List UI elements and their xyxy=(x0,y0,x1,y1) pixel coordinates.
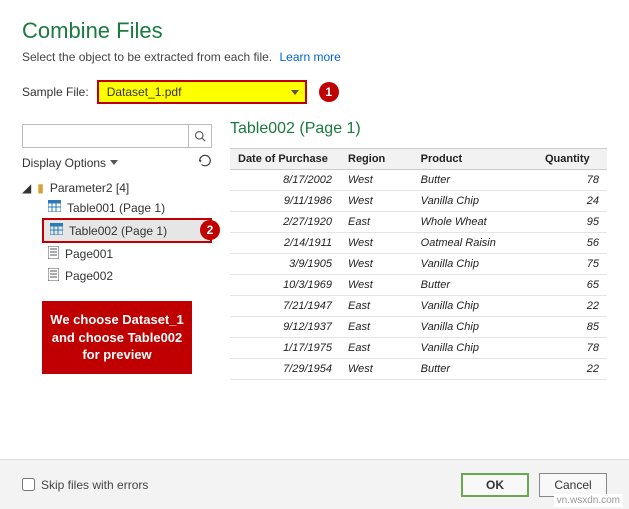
collapse-icon[interactable]: ◢ xyxy=(22,181,31,195)
table-cell: East xyxy=(340,317,413,338)
table-cell: West xyxy=(340,275,413,296)
tree-root-label: Parameter2 [4] xyxy=(50,181,129,195)
callout-badge-1: 1 xyxy=(319,82,339,102)
table-cell: 65 xyxy=(537,275,607,296)
table-cell: Butter xyxy=(413,170,537,191)
table-row[interactable]: 9/12/1937EastVanilla Chip85 xyxy=(230,317,607,338)
preview-title: Table002 (Page 1) xyxy=(230,120,607,138)
dialog-subtitle: Select the object to be extracted from e… xyxy=(22,50,272,64)
table-cell: Vanilla Chip xyxy=(413,338,537,359)
callout-badge-2: 2 xyxy=(200,220,220,240)
tree-item-page002[interactable]: Page002 xyxy=(44,265,212,287)
table-cell: 9/11/1986 xyxy=(230,191,340,212)
chevron-down-icon xyxy=(110,160,118,165)
table-cell: 95 xyxy=(537,212,607,233)
search-input[interactable] xyxy=(23,125,188,147)
table-cell: 8/17/2002 xyxy=(230,170,340,191)
search-input-wrap[interactable] xyxy=(22,124,212,148)
table-row[interactable]: 10/3/1969WestButter65 xyxy=(230,275,607,296)
table-cell: 7/29/1954 xyxy=(230,359,340,380)
chevron-down-icon xyxy=(291,90,299,95)
search-icon[interactable] xyxy=(188,125,211,147)
cancel-button[interactable]: Cancel xyxy=(539,473,607,497)
table-row[interactable]: 1/17/1975EastVanilla Chip78 xyxy=(230,338,607,359)
page-icon xyxy=(48,246,59,262)
watermark: vn.wsxdn.com xyxy=(554,494,623,507)
skip-files-checkbox[interactable] xyxy=(22,478,35,491)
table-cell: 22 xyxy=(537,359,607,380)
table-cell: 1/17/1975 xyxy=(230,338,340,359)
table-icon xyxy=(48,200,61,215)
table-cell: Vanilla Chip xyxy=(413,254,537,275)
sample-file-label: Sample File: xyxy=(22,85,89,99)
tree-item-label: Page001 xyxy=(65,247,113,261)
table-cell: Vanilla Chip xyxy=(413,296,537,317)
tree-item-label: Table002 (Page 1) xyxy=(69,224,167,238)
table-cell: 2/27/1920 xyxy=(230,212,340,233)
preview-table: Date of PurchaseRegionProductQuantity 8/… xyxy=(230,148,607,380)
tree-root-item[interactable]: ◢ ▮ Parameter2 [4] xyxy=(22,179,212,197)
table-cell: 75 xyxy=(537,254,607,275)
refresh-icon[interactable] xyxy=(198,154,212,171)
table-cell: West xyxy=(340,233,413,254)
table-cell: Vanilla Chip xyxy=(413,191,537,212)
table-row[interactable]: 9/11/1986WestVanilla Chip24 xyxy=(230,191,607,212)
tree-item-label: Table001 (Page 1) xyxy=(67,201,165,215)
table-cell: 24 xyxy=(537,191,607,212)
column-header[interactable]: Quantity xyxy=(537,149,607,170)
annotation-callout: We choose Dataset_1 and choose Table002 … xyxy=(42,301,192,374)
column-header[interactable]: Product xyxy=(413,149,537,170)
tree-item-table001-page-1-[interactable]: Table001 (Page 1) xyxy=(44,197,212,218)
table-cell: 9/12/1937 xyxy=(230,317,340,338)
table-icon xyxy=(50,223,63,238)
table-cell: West xyxy=(340,254,413,275)
table-row[interactable]: 8/17/2002WestButter78 xyxy=(230,170,607,191)
table-cell: West xyxy=(340,359,413,380)
table-cell: East xyxy=(340,338,413,359)
dialog-title: Combine Files xyxy=(22,18,607,44)
table-cell: Butter xyxy=(413,359,537,380)
table-cell: Vanilla Chip xyxy=(413,317,537,338)
table-cell: East xyxy=(340,212,413,233)
table-cell: 10/3/1969 xyxy=(230,275,340,296)
table-cell: Oatmeal Raisin xyxy=(413,233,537,254)
table-cell: Whole Wheat xyxy=(413,212,537,233)
table-cell: 22 xyxy=(537,296,607,317)
display-options-label: Display Options xyxy=(22,156,106,170)
table-cell: Butter xyxy=(413,275,537,296)
page-icon xyxy=(48,268,59,284)
table-cell: 78 xyxy=(537,338,607,359)
table-row[interactable]: 2/14/1911WestOatmeal Raisin56 xyxy=(230,233,607,254)
table-row[interactable]: 7/21/1947EastVanilla Chip22 xyxy=(230,296,607,317)
table-cell: 56 xyxy=(537,233,607,254)
ok-button[interactable]: OK xyxy=(461,473,529,497)
folder-icon: ▮ xyxy=(37,181,44,195)
learn-more-link[interactable]: Learn more xyxy=(279,50,340,64)
table-cell: East xyxy=(340,296,413,317)
column-header[interactable]: Date of Purchase xyxy=(230,149,340,170)
tree-item-table002-page-1-[interactable]: Table002 (Page 1)2 xyxy=(42,218,212,243)
table-cell: 7/21/1947 xyxy=(230,296,340,317)
display-options-dropdown[interactable]: Display Options xyxy=(22,156,118,170)
table-row[interactable]: 2/27/1920EastWhole Wheat95 xyxy=(230,212,607,233)
table-cell: 3/9/1905 xyxy=(230,254,340,275)
table-cell: West xyxy=(340,191,413,212)
navigator-tree: ◢ ▮ Parameter2 [4] Table001 (Page 1) Tabl… xyxy=(22,179,212,287)
tree-item-label: Page002 xyxy=(65,269,113,283)
table-cell: West xyxy=(340,170,413,191)
tree-item-page001[interactable]: Page001 xyxy=(44,243,212,265)
sample-file-value: Dataset_1.pdf xyxy=(107,85,182,99)
table-row[interactable]: 7/29/1954WestButter22 xyxy=(230,359,607,380)
table-cell: 85 xyxy=(537,317,607,338)
table-row[interactable]: 3/9/1905WestVanilla Chip75 xyxy=(230,254,607,275)
column-header[interactable]: Region xyxy=(340,149,413,170)
sample-file-dropdown[interactable]: Dataset_1.pdf xyxy=(97,80,307,104)
table-cell: 78 xyxy=(537,170,607,191)
table-cell: 2/14/1911 xyxy=(230,233,340,254)
skip-files-checkbox-wrap[interactable]: Skip files with errors xyxy=(22,478,148,492)
skip-files-label: Skip files with errors xyxy=(41,478,148,492)
